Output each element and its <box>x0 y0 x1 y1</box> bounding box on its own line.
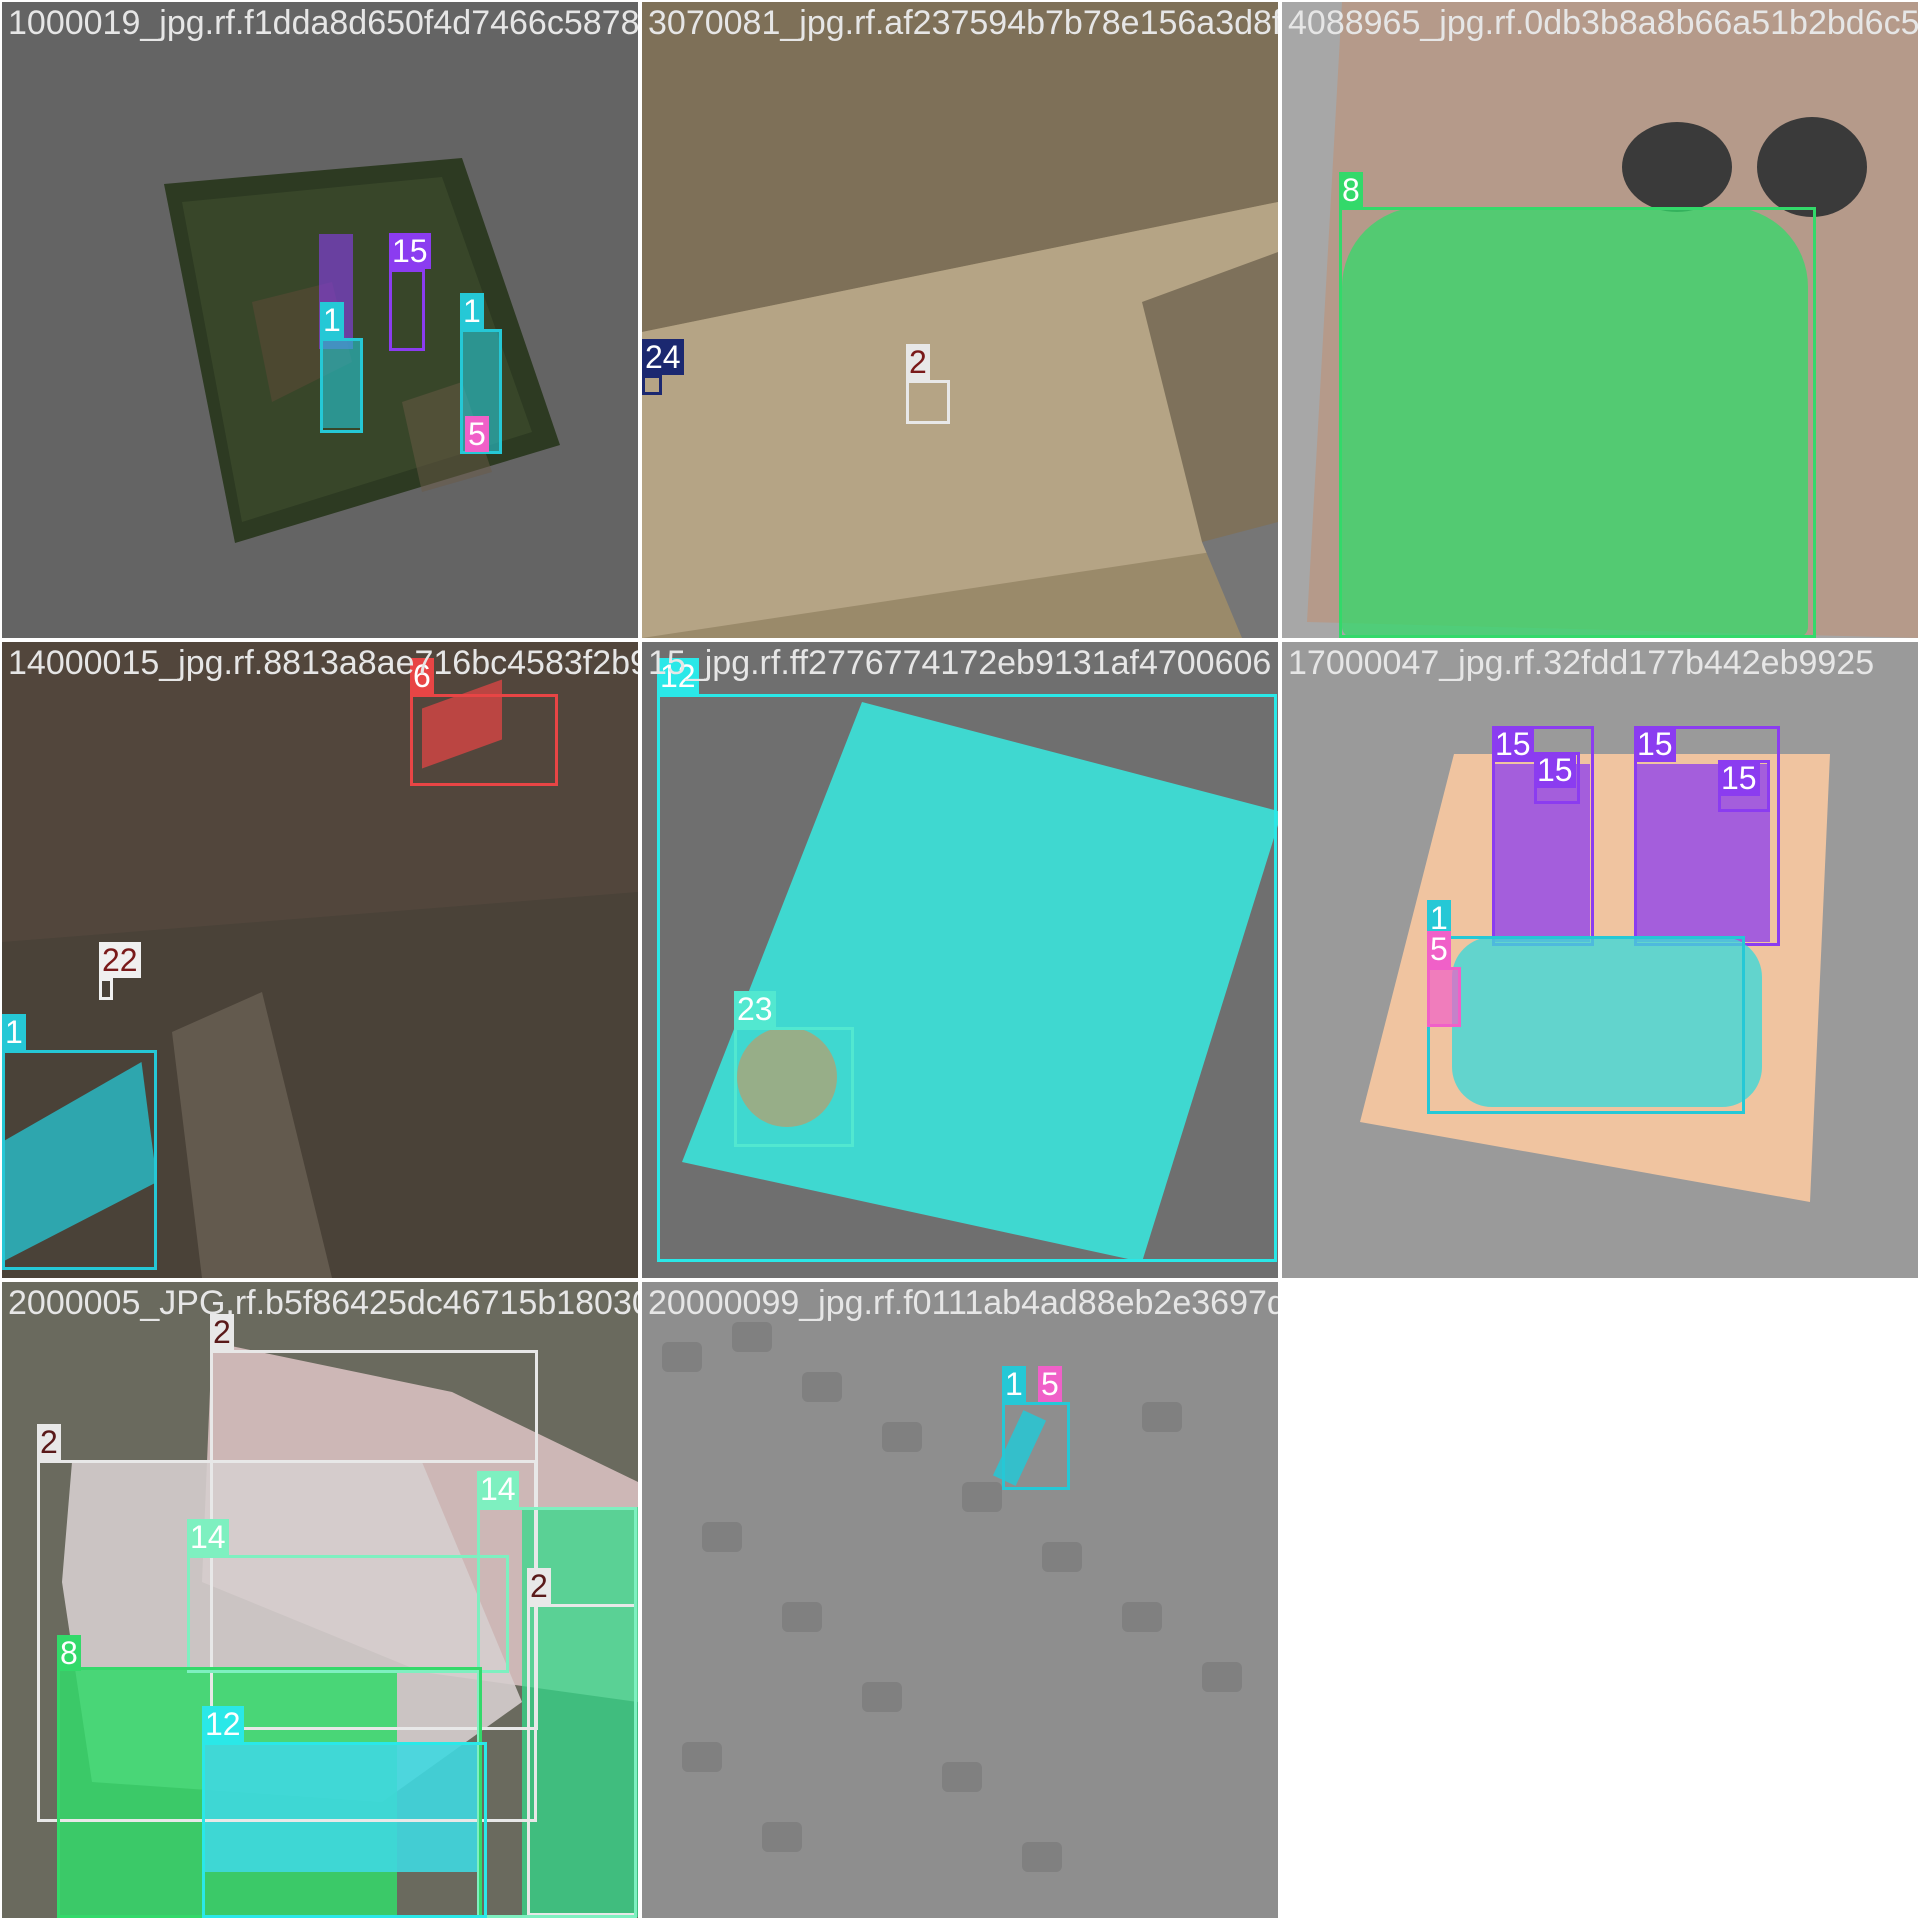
detection-label: 24 <box>642 339 684 375</box>
detection-label: 1 <box>320 302 344 338</box>
detection-box <box>187 1555 509 1673</box>
mosaic-tile-6: 17000047_jpg.rf.32fdd177b442eb9925 15 15… <box>1282 642 1918 1278</box>
detection-label: 14 <box>477 1471 519 1507</box>
detection-label: 15 <box>1534 752 1576 788</box>
detection-box <box>1427 967 1461 1027</box>
mosaic-tile-7: 2000005_JPG.rf.b5f86425dc46715b18030999 … <box>2 1282 638 1918</box>
detection-label: 1 <box>460 293 484 329</box>
detection-label: 23 <box>734 991 776 1027</box>
detection-label: 12 <box>202 1706 244 1742</box>
detection-box <box>734 1027 854 1147</box>
detection-label: 15 <box>1634 726 1676 762</box>
detection-label: 14 <box>187 1519 229 1555</box>
mosaic-tile-4: 14000015_jpg.rf.8813a8ae716bc4583f2b9f9 … <box>2 642 638 1278</box>
tile-title: 3070081_jpg.rf.af237594b7b78e156a3d8f97 <box>648 4 1278 42</box>
detection-label: 5 <box>465 416 489 452</box>
detection-box <box>1002 1402 1070 1490</box>
tile-8-image <box>642 1282 1278 1918</box>
detection-label: 1 <box>1002 1366 1026 1402</box>
detection-label: 5 <box>1427 931 1451 967</box>
detection-label: 8 <box>57 1635 81 1671</box>
mosaic-tile-3: 4088965_jpg.rf.0db3b8a8b66a51b2bd6c5d7d4… <box>1282 2 1918 638</box>
mosaic-tile-5: 15_jpg.rf.ff2776774172eb9131af4700606 12… <box>642 642 1278 1278</box>
tile-title: 4088965_jpg.rf.0db3b8a8b66a51b2bd6c5d7d4 <box>1288 4 1918 42</box>
detection-label: 2 <box>37 1424 61 1460</box>
detection-box <box>99 978 113 1000</box>
tile-title: 20000099_jpg.rf.f0111ab4ad88eb2e3697d49b <box>648 1284 1278 1322</box>
tile-2-image <box>642 2 1278 638</box>
detection-box <box>906 380 950 424</box>
tile-title: 15_jpg.rf.ff2776774172eb9131af4700606 <box>648 644 1272 682</box>
detection-box <box>202 1742 487 1918</box>
tile-title: 1000019_jpg.rf.f1dda8d650f4d7466c5878008… <box>8 4 638 42</box>
detection-label: 1 <box>2 1014 26 1050</box>
detection-box <box>2 1050 157 1270</box>
detection-box <box>1427 936 1745 1114</box>
tile-title: 17000047_jpg.rf.32fdd177b442eb9925 <box>1288 644 1875 682</box>
tile-title: 14000015_jpg.rf.8813a8ae716bc4583f2b9f9 <box>8 644 638 682</box>
detection-label: 15 <box>1718 760 1760 796</box>
detection-label: 8 <box>1339 172 1363 208</box>
detection-box <box>657 694 1277 1262</box>
detection-label: 5 <box>1038 1366 1062 1402</box>
detection-label: 15 <box>389 233 431 269</box>
detection-label: 15 <box>1492 726 1534 762</box>
detection-box <box>1339 207 1816 638</box>
detection-box <box>642 375 662 395</box>
detection-label: 22 <box>99 942 141 978</box>
detection-box <box>389 269 425 351</box>
detection-box <box>410 694 558 786</box>
detection-label: 2 <box>906 344 930 380</box>
mosaic-tile-2: 3070081_jpg.rf.af237594b7b78e156a3d8f97 … <box>642 2 1278 638</box>
tile-title: 2000005_JPG.rf.b5f86425dc46715b18030999 <box>8 1284 638 1322</box>
mosaic-tile-1: 1000019_jpg.rf.f1dda8d650f4d7466c5878008… <box>2 2 638 638</box>
mosaic-tile-8: 20000099_jpg.rf.f0111ab4ad88eb2e3697d49b… <box>642 1282 1278 1918</box>
detection-box <box>320 338 363 433</box>
